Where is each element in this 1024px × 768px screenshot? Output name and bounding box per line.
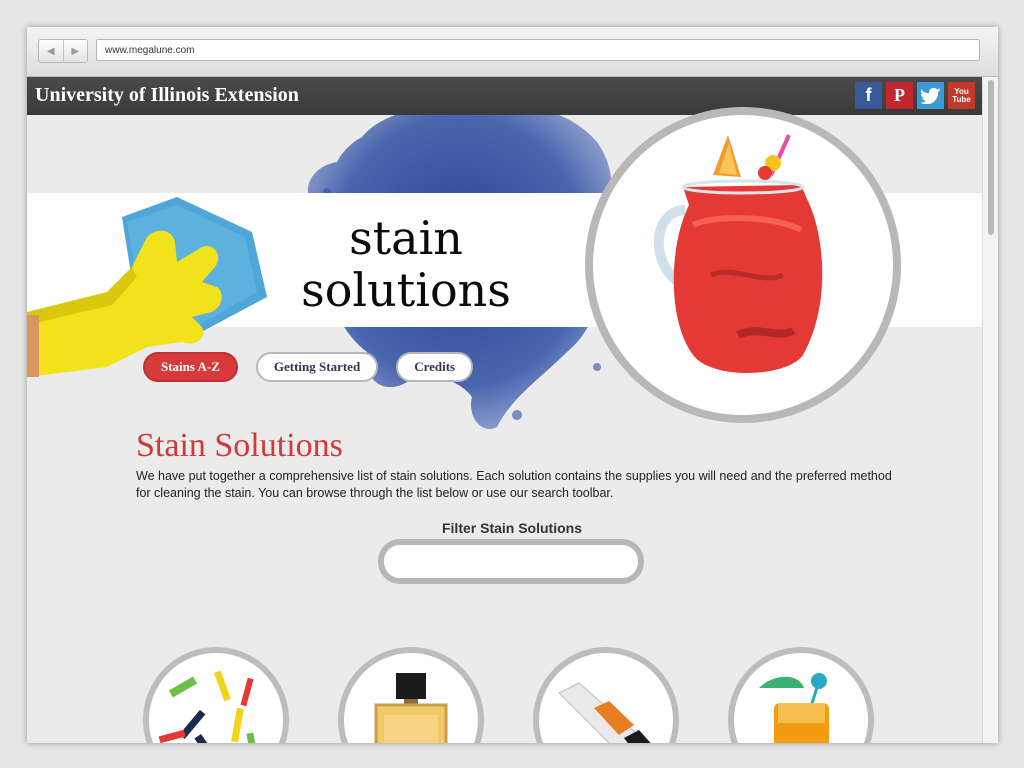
address-bar[interactable]: www.megalune.com xyxy=(96,39,980,61)
forward-button[interactable]: ▶ xyxy=(62,40,88,62)
crayons-thumbnail[interactable] xyxy=(143,647,289,743)
site-header: University of Illinois Extension f P You… xyxy=(27,77,982,115)
pinterest-glyph: P xyxy=(894,85,905,105)
filter-input[interactable] xyxy=(378,539,644,584)
crayons-image xyxy=(158,670,259,743)
hero-title-line2: solutions xyxy=(301,263,511,317)
forward-arrow-icon: ▶ xyxy=(71,45,80,57)
marker-thumbnail[interactable] xyxy=(533,647,679,743)
pitcher-drawing xyxy=(653,134,823,374)
cocktail-image xyxy=(759,673,829,743)
back-arrow-icon: ◀ xyxy=(46,45,55,57)
tab-credits[interactable]: Credits xyxy=(396,352,474,382)
intro-text: We have put together a comprehensive lis… xyxy=(136,469,892,500)
browser-toolbar: ◀ ▶ www.megalune.com xyxy=(27,27,998,77)
tab-getting-started[interactable]: Getting Started xyxy=(255,352,379,382)
perfume-image xyxy=(374,673,448,743)
twitter-icon[interactable] xyxy=(917,82,944,109)
facebook-icon[interactable]: f xyxy=(855,82,882,109)
filter-label: Filter Stain Solutions xyxy=(441,520,582,536)
page-title: Stain Solutions xyxy=(136,427,343,464)
facebook-glyph: f xyxy=(865,85,872,105)
gloved-hand-image xyxy=(27,197,267,377)
hero-title-line1: stain xyxy=(349,211,463,265)
back-button[interactable]: ◀ xyxy=(39,40,63,62)
cocktail-thumbnail[interactable] xyxy=(728,647,874,743)
main-nav: Stains A-Z Getting Started Credits xyxy=(143,352,474,382)
hero-title: stain solutions xyxy=(291,212,521,316)
youtube-icon[interactable]: You Tube xyxy=(948,82,975,109)
perfume-thumbnail[interactable] xyxy=(338,647,484,743)
page-scrollbar[interactable] xyxy=(982,77,998,743)
site-brand[interactable]: University of Illinois Extension xyxy=(35,84,299,107)
browser-window: ◀ ▶ www.megalune.com University of Illin… xyxy=(27,27,998,743)
twitter-bird-icon xyxy=(920,87,941,104)
pinterest-icon[interactable]: P xyxy=(886,82,913,109)
nav-buttons: ◀ ▶ xyxy=(38,39,88,63)
web-page: University of Illinois Extension f P You… xyxy=(27,77,982,743)
marker-image xyxy=(558,682,651,743)
scrollbar-thumb[interactable] xyxy=(988,80,994,235)
tab-stains-a-z[interactable]: Stains A-Z xyxy=(143,352,238,382)
pitcher-image xyxy=(585,107,901,423)
youtube-glyph: You Tube xyxy=(952,86,971,104)
